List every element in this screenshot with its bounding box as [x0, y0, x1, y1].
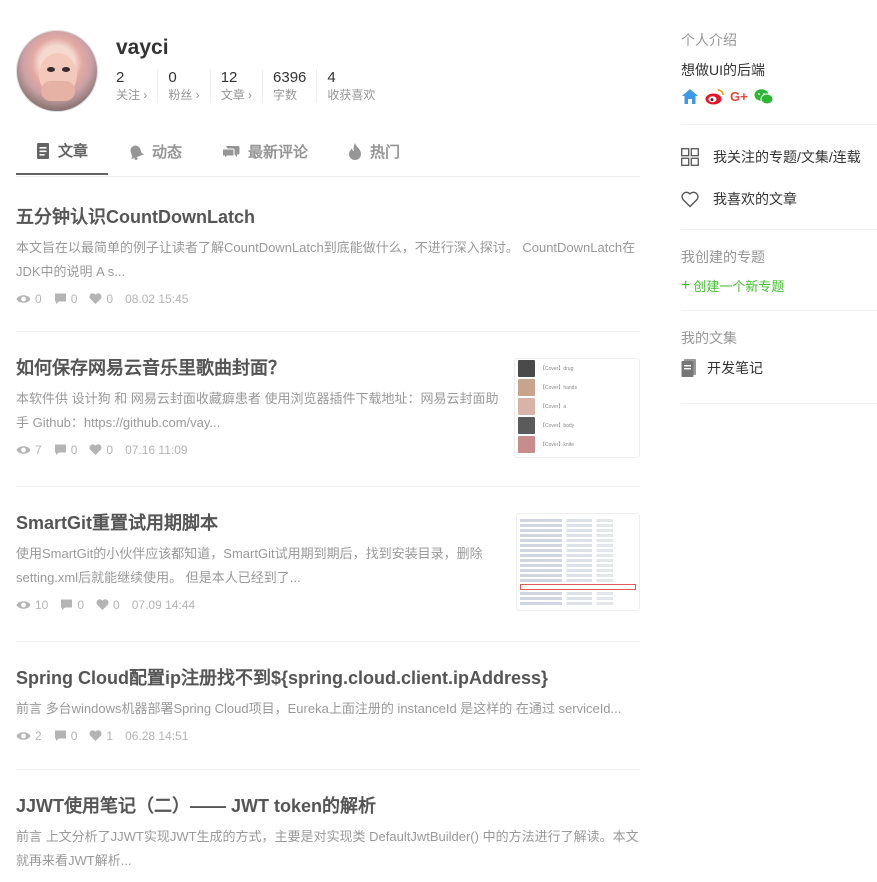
- create-collection-link[interactable]: + 创建一个新专题: [681, 276, 784, 295]
- likes-count: 0: [89, 443, 113, 457]
- social-links: G+: [681, 88, 774, 105]
- article-meta: 0 0 0 08.02 15:45: [16, 292, 640, 306]
- stat-likes: 4 收获喜欢: [327, 69, 376, 102]
- comment-icon: [54, 293, 66, 304]
- following-collections-link[interactable]: 我关注的专题/文集/连载: [681, 147, 861, 167]
- article-item: SmartGit重置试用期脚本 使用SmartGit的小伙伴应该都知道，Smar…: [16, 510, 640, 642]
- stat-followers[interactable]: 0 粉丝 ›: [168, 69, 211, 103]
- article-title[interactable]: SmartGit重置试用期脚本: [16, 510, 500, 536]
- article-abstract: 前言 多台windows机器部署Spring Cloud项目，Eureka上面注…: [16, 701, 622, 716]
- eye-icon: [16, 601, 31, 609]
- plus-icon: +: [681, 276, 691, 294]
- tab-latest-comments[interactable]: 最新评论: [202, 128, 328, 175]
- tab-articles[interactable]: 文章: [16, 128, 109, 175]
- article-abstract: 使用SmartGit的小伙伴应该都知道，SmartGit试用期到期后，找到安装目…: [16, 546, 483, 585]
- tab-bar: 文章 动态 最新评论 热门: [16, 128, 640, 177]
- likes-count: 0: [89, 292, 113, 306]
- article-thumbnail[interactable]: 【Cover】drug 【Cover】hands 【Cover】a 【Cover…: [514, 358, 640, 458]
- comment-icon: [61, 599, 73, 610]
- intro-text: 想做UI的后端: [681, 62, 765, 78]
- comments-count[interactable]: 0: [54, 443, 77, 457]
- comment-icon: [54, 444, 66, 455]
- article-title[interactable]: JJWT使用笔记（二）—— JWT token的解析: [16, 793, 640, 819]
- comments-count[interactable]: 0: [54, 729, 77, 743]
- avatar[interactable]: [16, 30, 98, 112]
- profile-name[interactable]: vayci: [116, 36, 169, 60]
- profile-stats: 2 关注 › 0 粉丝 › 12 文章 › 6396 字数 4 收获喜欢: [116, 69, 395, 103]
- created-collections-title: 我创建的专题: [681, 249, 765, 265]
- article-abstract: 本软件供 设计狗 和 网易云封面收藏癖患者 使用浏览器插件下载地址：网易云封面助…: [16, 391, 499, 430]
- heart-icon: [89, 444, 102, 455]
- liked-articles-link[interactable]: 我喜欢的文章: [681, 189, 797, 209]
- stat-words: 6396 字数: [273, 69, 318, 103]
- publish-date: 08.02 15:45: [125, 292, 189, 306]
- article-item: Spring Cloud配置ip注册找不到${spring.cloud.clie…: [16, 665, 640, 770]
- comments-count[interactable]: 0: [60, 598, 84, 612]
- tab-hot[interactable]: 热门: [328, 128, 420, 175]
- home-icon[interactable]: [681, 88, 699, 105]
- eye-icon: [16, 295, 31, 303]
- article-item: 如何保存网易云音乐里歌曲封面？ 本软件供 设计狗 和 网易云封面收藏癖患者 使用…: [16, 355, 640, 487]
- document-icon: [37, 142, 49, 159]
- views-count: 0: [16, 292, 42, 306]
- article-abstract: 本文旨在以最简单的例子让读者了解CountDownLatch到底能做什么，不进行…: [16, 240, 636, 279]
- heart-icon: [96, 599, 109, 610]
- views-count: 7: [16, 443, 42, 457]
- publish-date: 07.09 14:44: [131, 598, 196, 612]
- article-title[interactable]: 五分钟认识CountDownLatch: [16, 204, 640, 230]
- comments-count[interactable]: 0: [54, 292, 77, 306]
- article-abstract: 前言 上文分析了JJWT实现JWT生成的方式，主要是对实现类 DefaultJw…: [16, 829, 639, 868]
- article-item: JJWT使用笔记（二）—— JWT token的解析 前言 上文分析了JJWT实…: [16, 793, 640, 882]
- article-thumbnail[interactable]: [516, 513, 640, 611]
- heart-icon: [89, 730, 102, 741]
- article-title[interactable]: 如何保存网易云音乐里歌曲封面？: [16, 355, 500, 381]
- views-count: 10: [16, 598, 48, 612]
- eye-icon: [16, 732, 31, 740]
- fire-icon: [349, 143, 362, 160]
- stat-articles[interactable]: 12 文章 ›: [221, 69, 264, 103]
- likes-count: 1: [89, 729, 113, 743]
- grid-icon: [681, 148, 699, 166]
- publish-date: 06.28 14:51: [125, 729, 189, 743]
- stat-following[interactable]: 2 关注 ›: [116, 69, 159, 103]
- likes-count: 0: [96, 598, 120, 612]
- article-title[interactable]: Spring Cloud配置ip注册找不到${spring.cloud.clie…: [16, 665, 640, 691]
- heart-icon: [89, 293, 102, 304]
- google-plus-icon[interactable]: G+: [730, 88, 748, 105]
- weibo-icon[interactable]: [705, 88, 724, 105]
- views-count: 2: [16, 729, 42, 743]
- wechat-icon[interactable]: [754, 88, 774, 105]
- collection-item[interactable]: 开发笔记: [681, 358, 763, 378]
- notebook-icon: [681, 359, 696, 377]
- eye-icon: [16, 446, 31, 454]
- article-meta: 2 0 1 06.28 14:51: [16, 729, 640, 743]
- intro-title: 个人介绍: [681, 32, 737, 48]
- comment-icon: [54, 730, 66, 741]
- tab-activity[interactable]: 动态: [108, 128, 202, 175]
- collections-title: 我的文集: [681, 330, 737, 346]
- heart-outline-icon: [681, 191, 699, 207]
- article-item: 五分钟认识CountDownLatch 本文旨在以最简单的例子让读者了解Coun…: [16, 204, 640, 332]
- publish-date: 07.16 11:09: [125, 443, 188, 457]
- comments-icon: [222, 145, 240, 160]
- bell-icon: [130, 145, 145, 160]
